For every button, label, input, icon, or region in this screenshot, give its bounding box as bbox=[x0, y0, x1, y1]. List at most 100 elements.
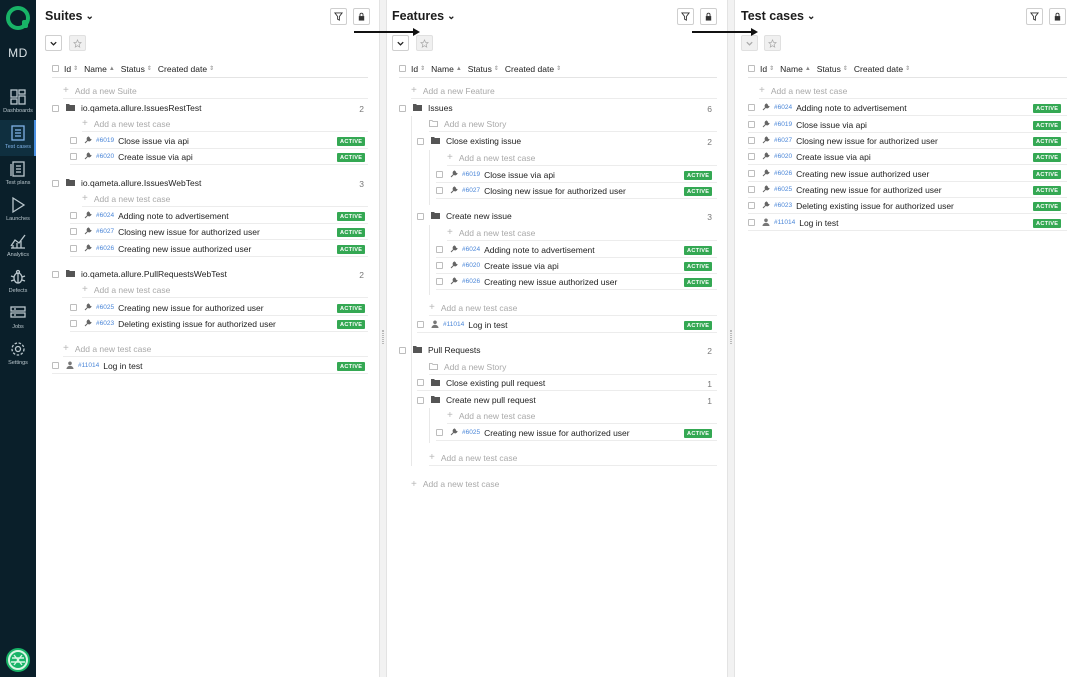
nav-dashboards[interactable]: Dashboards bbox=[0, 84, 36, 120]
add-feature-row[interactable]: + Add a new Feature bbox=[411, 83, 717, 99]
test-case-row[interactable]: #6024 Adding note to advertisement bbox=[748, 100, 1067, 116]
test-case-row[interactable]: #6025 Creating new issue for authorized u… bbox=[70, 300, 368, 316]
row-checkbox[interactable] bbox=[70, 228, 77, 235]
row-checkbox[interactable] bbox=[748, 137, 755, 144]
test-case-id[interactable]: #6023 bbox=[96, 320, 114, 327]
suite-group-row[interactable]: io.qameta.allure.IssuesWebTest bbox=[52, 175, 368, 191]
column-name[interactable]: Name ▲ bbox=[780, 64, 811, 74]
filter-button[interactable] bbox=[330, 8, 347, 25]
favorite-button[interactable] bbox=[416, 35, 433, 51]
test-case-row[interactable]: #6020 Create issue via api bbox=[748, 149, 1067, 165]
test-case-row[interactable]: #6024 Adding note to advertisement bbox=[436, 242, 717, 258]
row-checkbox[interactable] bbox=[748, 153, 755, 160]
select-all-checkbox[interactable] bbox=[748, 65, 755, 72]
nav-analytics[interactable]: Analytics bbox=[0, 228, 36, 264]
test-case-row[interactable]: #6026 Creating new issue authorized user bbox=[748, 166, 1067, 182]
row-checkbox[interactable] bbox=[52, 270, 59, 278]
test-case-id[interactable]: #6024 bbox=[462, 246, 480, 253]
add-story-row[interactable]: Add a new Story bbox=[429, 116, 717, 132]
suite-group-row[interactable]: io.qameta.allure.PullRequestsWebTest bbox=[52, 266, 368, 282]
column-name[interactable]: Name ▲ bbox=[84, 64, 115, 74]
filter-button[interactable] bbox=[1026, 8, 1043, 25]
lock-button[interactable] bbox=[700, 8, 717, 25]
test-case-row[interactable]: #11014 Log in test bbox=[52, 358, 368, 374]
column-created-date[interactable]: Created date ⇕ bbox=[158, 64, 214, 74]
select-all-checkbox[interactable] bbox=[52, 65, 59, 72]
row-checkbox[interactable] bbox=[70, 304, 77, 311]
column-name[interactable]: Name ▲ bbox=[431, 64, 462, 74]
column-id[interactable]: Id ⇕ bbox=[411, 64, 425, 74]
panel-resize-handle[interactable] bbox=[379, 0, 387, 677]
test-case-id[interactable]: #6020 bbox=[774, 153, 792, 160]
row-checkbox[interactable] bbox=[748, 202, 755, 209]
test-case-row[interactable]: #6020 Create issue via api bbox=[70, 149, 368, 165]
column-created-date[interactable]: Created date ⇕ bbox=[854, 64, 910, 74]
test-case-id[interactable]: #6026 bbox=[96, 245, 114, 252]
test-case-id[interactable]: #6019 bbox=[774, 121, 792, 128]
row-checkbox[interactable] bbox=[436, 278, 443, 285]
add-test-case-row[interactable]: + Add a new test case bbox=[759, 83, 1067, 99]
collapse-all-button[interactable] bbox=[45, 35, 62, 51]
feature-row[interactable]: Pull Requests bbox=[399, 342, 717, 358]
row-checkbox[interactable] bbox=[748, 121, 755, 128]
column-id[interactable]: Id ⇕ bbox=[64, 64, 78, 74]
add-suite-row[interactable]: + Add a new Suite bbox=[63, 83, 368, 99]
add-test-case-row[interactable]: + Add a new test case bbox=[411, 476, 717, 492]
test-case-id[interactable]: #11014 bbox=[78, 362, 99, 369]
test-case-row[interactable]: #6026 Creating new issue authorized user bbox=[70, 241, 368, 257]
test-case-id[interactable]: #6020 bbox=[96, 153, 114, 160]
user-avatar[interactable] bbox=[6, 648, 30, 672]
test-case-row[interactable]: #6027 Closing new issue for authorized us… bbox=[70, 224, 368, 240]
row-checkbox[interactable] bbox=[70, 320, 77, 327]
test-case-id[interactable]: #6023 bbox=[774, 202, 792, 209]
favorite-button[interactable] bbox=[69, 35, 86, 51]
row-checkbox[interactable] bbox=[436, 187, 443, 194]
nav-defects[interactable]: Defects bbox=[0, 264, 36, 300]
row-checkbox[interactable] bbox=[70, 137, 77, 144]
collapse-all-button[interactable] bbox=[392, 35, 409, 51]
test-case-id[interactable]: #6020 bbox=[462, 262, 480, 269]
test-case-id[interactable]: #11014 bbox=[774, 219, 795, 226]
nav-jobs[interactable]: Jobs bbox=[0, 300, 36, 336]
nav-settings[interactable]: Settings bbox=[0, 336, 36, 372]
test-case-row[interactable]: #11014 Log in test bbox=[748, 215, 1067, 231]
add-test-case-row[interactable]: + Add a new test case bbox=[82, 116, 368, 132]
test-case-row[interactable]: #6025 Creating new issue for authorized u… bbox=[436, 425, 717, 441]
favorite-button[interactable] bbox=[764, 35, 781, 51]
row-checkbox[interactable] bbox=[417, 137, 424, 145]
test-case-id[interactable]: #6027 bbox=[774, 137, 792, 144]
row-checkbox[interactable] bbox=[436, 262, 443, 269]
test-case-id[interactable]: #6024 bbox=[96, 212, 114, 219]
add-test-case-row[interactable]: + Add a new test case bbox=[82, 191, 368, 207]
story-row[interactable]: Create new issue bbox=[417, 208, 717, 224]
row-checkbox[interactable] bbox=[399, 346, 406, 354]
row-checkbox[interactable] bbox=[436, 171, 443, 178]
test-case-row[interactable]: #6019 Close issue via api bbox=[70, 133, 368, 149]
test-case-row[interactable]: #6020 Create issue via api bbox=[436, 258, 717, 274]
story-row[interactable]: Close existing issue bbox=[417, 133, 717, 149]
test-case-id[interactable]: #6025 bbox=[96, 304, 114, 311]
test-case-id[interactable]: #6027 bbox=[96, 228, 114, 235]
row-checkbox[interactable] bbox=[417, 396, 424, 404]
test-case-id[interactable]: #6026 bbox=[774, 170, 792, 177]
row-checkbox[interactable] bbox=[436, 429, 443, 436]
row-checkbox[interactable] bbox=[417, 379, 424, 386]
add-test-case-row[interactable]: + Add a new test case bbox=[63, 341, 368, 357]
row-checkbox[interactable] bbox=[748, 170, 755, 177]
lock-button[interactable] bbox=[353, 8, 370, 25]
test-case-row[interactable]: #6019 Close issue via api bbox=[748, 117, 1067, 133]
add-test-case-row[interactable]: + Add a new test case bbox=[447, 225, 717, 241]
row-checkbox[interactable] bbox=[70, 153, 77, 160]
add-test-case-row[interactable]: + Add a new test case bbox=[447, 408, 717, 424]
test-case-row[interactable]: #6019 Close issue via api bbox=[436, 167, 717, 183]
story-row[interactable]: Close existing pull request bbox=[417, 375, 717, 391]
test-case-row[interactable]: #6024 Adding note to advertisement bbox=[70, 208, 368, 224]
suites-title-dropdown[interactable]: Suites ⌄ bbox=[45, 9, 94, 23]
column-status[interactable]: Status ⇕ bbox=[468, 64, 499, 74]
suite-group-row[interactable]: io.qameta.allure.IssuesRestTest bbox=[52, 100, 368, 116]
add-test-case-row[interactable]: + Add a new test case bbox=[429, 300, 717, 316]
row-checkbox[interactable] bbox=[52, 362, 59, 369]
row-checkbox[interactable] bbox=[399, 104, 406, 112]
add-test-case-row[interactable]: + Add a new test case bbox=[447, 150, 717, 166]
test-case-row[interactable]: #6025 Creating new issue for authorized u… bbox=[748, 182, 1067, 198]
